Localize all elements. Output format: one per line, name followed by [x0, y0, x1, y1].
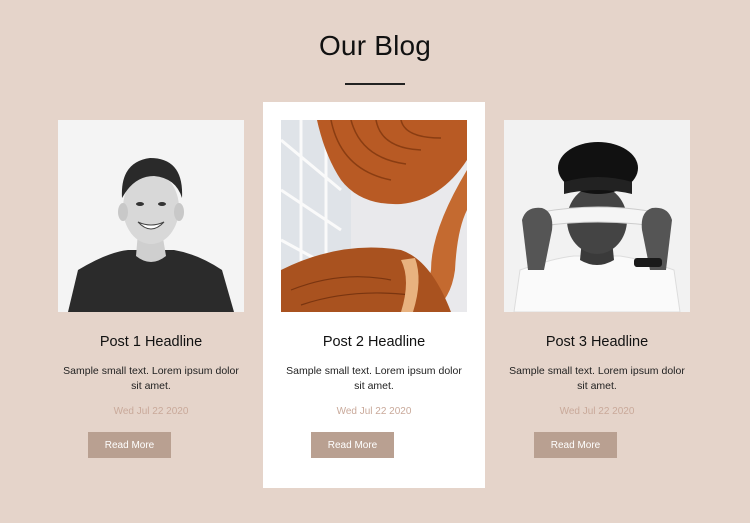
post-headline[interactable]: Post 1 Headline: [40, 334, 262, 350]
post-headline[interactable]: Post 2 Headline: [263, 334, 485, 350]
post-1-image[interactable]: [58, 120, 244, 312]
section-title: Our Blog: [318, 30, 432, 61]
post-headline[interactable]: Post 3 Headline: [486, 334, 708, 350]
post-excerpt: Sample small text. Lorem ipsum dolor sit…: [286, 365, 462, 392]
read-more-button[interactable]: Read More: [534, 432, 617, 458]
post-3-image[interactable]: [504, 120, 690, 312]
smiling-man-photo-icon: [58, 120, 244, 312]
blindfolded-man-photo-icon: [504, 120, 690, 312]
spiral-staircase-photo-icon: [281, 120, 467, 312]
read-more-button[interactable]: Read More: [88, 432, 171, 458]
post-date: Wed Jul 22 2020: [113, 406, 189, 417]
blog-card-3: Post 3 Headline Sample small text. Lorem…: [486, 102, 708, 488]
post-2-image[interactable]: [281, 120, 467, 312]
post-excerpt: Sample small text. Lorem ipsum dolor sit…: [509, 365, 685, 392]
post-date: Wed Jul 22 2020: [336, 406, 412, 417]
blog-card-2: Post 2 Headline Sample small text. Lorem…: [263, 102, 485, 488]
title-divider: [345, 83, 405, 85]
post-date: Wed Jul 22 2020: [559, 406, 635, 417]
read-more-button[interactable]: Read More: [311, 432, 394, 458]
post-excerpt: Sample small text. Lorem ipsum dolor sit…: [63, 365, 239, 392]
blog-card-1: Post 1 Headline Sample small text. Lorem…: [40, 102, 262, 488]
